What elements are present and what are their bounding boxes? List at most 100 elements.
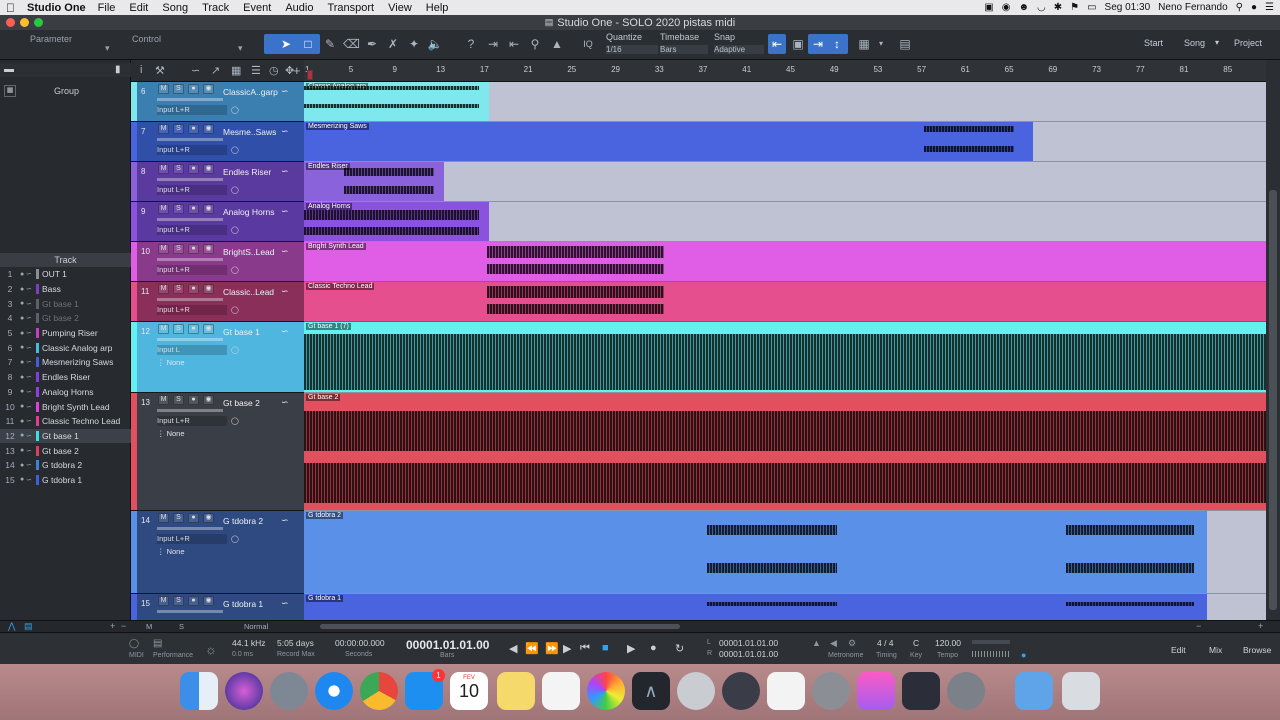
view-mix[interactable]: Mix — [1209, 645, 1222, 655]
calendar-icon[interactable]: FEV 10 — [450, 672, 488, 710]
mute-button[interactable]: M — [158, 395, 169, 405]
menu-view[interactable]: View — [388, 2, 412, 14]
grid-options-icon[interactable]: ▦ — [856, 36, 872, 52]
track-lane[interactable]: G tdobra 2 — [304, 511, 1266, 594]
input-link-icon[interactable]: ◯ — [231, 306, 239, 314]
track-list-item[interactable]: 7 ● ∽ Mesmerizing Saws — [0, 355, 131, 370]
monitor-icon[interactable]: ∽ — [26, 329, 32, 337]
settings-icon[interactable]: ☼ — [205, 642, 217, 657]
track-name[interactable]: Classic..Lead — [223, 287, 274, 297]
audio-event[interactable]: Gt base 1 (7) — [304, 322, 1266, 392]
monitor-button[interactable]: ◉ — [203, 324, 214, 334]
monitor-button[interactable]: ◉ — [203, 395, 214, 405]
track-header[interactable]: 15 M S ● ◉ G tdobra 1 ∽ — [131, 594, 304, 620]
record-arm-button[interactable]: ● — [188, 84, 199, 94]
loop-start-icon[interactable]: ⏮ — [580, 642, 590, 655]
spotlight-search-icon[interactable]: ⚲ — [1236, 2, 1243, 13]
mute-button[interactable]: M — [158, 204, 169, 214]
volume-slider[interactable] — [157, 258, 223, 261]
track-header[interactable]: 11 M S ● ◉ Classic..Lead ∽ Input L+R ◯ — [131, 282, 304, 322]
record-arm-button[interactable]: ● — [188, 596, 199, 606]
track-list-item[interactable]: 10 ● ∽ Bright Synth Lead — [0, 399, 131, 414]
horizontal-scroll-thumb[interactable] — [320, 624, 680, 629]
return-to-zero-icon[interactable]: ◀ — [509, 642, 517, 655]
mute-button[interactable]: M — [158, 596, 169, 606]
menu-track[interactable]: Track — [202, 2, 229, 14]
snap-to-grid-icon[interactable]: ⇤ — [769, 36, 785, 52]
track-name[interactable]: Analog Horns — [223, 207, 275, 217]
layers-icon[interactable]: ☰ — [251, 64, 261, 77]
monitor-button[interactable]: ◉ — [203, 596, 214, 606]
monitor-button[interactable]: ◉ — [203, 284, 214, 294]
track-name[interactable]: ClassicA..garp — [223, 87, 278, 97]
piano-icon[interactable]: ▤ — [24, 621, 33, 632]
solo-button[interactable]: S — [173, 84, 184, 94]
volume-slider[interactable] — [157, 298, 223, 301]
track-name[interactable]: Gt base 1 — [223, 327, 260, 337]
finder-icon[interactable] — [180, 672, 218, 710]
user-icon[interactable]: ☻ — [1018, 2, 1029, 13]
bars-display[interactable]: 00001.01.01.00 — [406, 638, 489, 652]
record-arm-button[interactable]: ● — [188, 244, 199, 254]
input-link-icon[interactable]: ◯ — [231, 266, 239, 274]
zoom-out-icon[interactable]: − — [1196, 621, 1201, 631]
notes-icon[interactable] — [497, 672, 535, 710]
range-tool-icon[interactable]: □ — [300, 36, 316, 52]
performance-label[interactable]: Performance — [153, 652, 193, 659]
nav-song[interactable]: Song — [1184, 38, 1205, 48]
loop-icon[interactable]: ↻ — [675, 642, 684, 655]
downloads-folder-icon[interactable] — [1015, 672, 1053, 710]
user-name[interactable]: Neno Fernando — [1158, 2, 1228, 13]
iq-quantize-icon[interactable]: IQ — [580, 36, 596, 52]
bend-tool-icon[interactable]: ✦ — [406, 36, 422, 52]
monitor-icon[interactable]: ∽ — [26, 388, 32, 396]
volume-slider[interactable] — [157, 138, 223, 141]
wifi-icon[interactable]: ◡ — [1037, 2, 1046, 13]
snap-cursor-icon[interactable]: ⇥ — [810, 36, 826, 52]
metronome-settings-icon[interactable]: ⚙ — [848, 638, 856, 649]
input-link-icon[interactable]: ◯ — [231, 186, 239, 194]
mute-button[interactable]: M — [158, 284, 169, 294]
zoom-in-icon[interactable]: + — [1258, 621, 1263, 631]
track-header[interactable]: 14 M S ● ◉ G tdobra 2 ∽ Input L+R ◯ ⋮ None — [131, 511, 304, 594]
loop-start-marker[interactable] — [307, 70, 313, 80]
rewind-icon[interactable]: ⏪ — [525, 642, 539, 655]
remove-bottom-icon[interactable]: − — [121, 621, 126, 631]
envelope-view-icon[interactable]: ⋀ — [8, 621, 15, 632]
studio-one-dock-icon[interactable]: ∧ — [632, 672, 670, 710]
track-list-item[interactable]: 9 ● ∽ Analog Horns — [0, 385, 131, 400]
volume-slider[interactable] — [157, 527, 223, 530]
track-list-item[interactable]: 1 ● ∽ OUT 1 — [0, 267, 131, 282]
track-header[interactable]: 13 M S ● ◉ Gt base 2 ∽ Input L+R ◯ ⋮ None — [131, 393, 304, 511]
pool-icon[interactable]: ▤ — [897, 36, 913, 52]
footer-s-label[interactable]: S — [179, 622, 184, 631]
photos-icon[interactable] — [587, 672, 625, 710]
split-tool-icon[interactable]: ✎ — [322, 36, 338, 52]
input-select[interactable]: Input L — [157, 345, 227, 355]
reminders-icon[interactable] — [542, 672, 580, 710]
input-link-icon[interactable]: ◯ — [231, 346, 239, 354]
track-list-item[interactable]: 11 ● ∽ Classic Techno Lead — [0, 414, 131, 429]
record-arm-button[interactable]: ● — [188, 513, 199, 523]
group-icon[interactable]: ▦ — [4, 85, 16, 97]
track-header[interactable]: 7 M S ● ◉ Mesme..Saws ∽ Input L+R ◯ — [131, 122, 304, 162]
solo-button[interactable]: S — [173, 513, 184, 523]
bluetooth-icon[interactable]: ✱ — [1054, 2, 1062, 13]
folder-tracks-icon[interactable]: ▦ — [231, 64, 241, 77]
zoom-window-button[interactable] — [34, 18, 43, 27]
monitor-icon[interactable]: ∽ — [26, 461, 32, 469]
paint-tool-icon[interactable]: ✒ — [364, 36, 380, 52]
monitor-icon[interactable]: ∽ — [26, 432, 32, 440]
input-select[interactable]: Input L+R — [157, 534, 227, 544]
mute-button[interactable]: M — [158, 324, 169, 334]
track-lane[interactable]: Endles Riser — [304, 162, 1266, 202]
track-lane[interactable]: Gt base 2 — [304, 393, 1266, 511]
input-select[interactable]: Input L+R — [157, 185, 227, 195]
record-arm-button[interactable]: ● — [188, 204, 199, 214]
footer-mode-label[interactable]: Normal — [244, 622, 268, 631]
click-icon[interactable]: ▲ — [812, 638, 821, 648]
add-track-icon[interactable]: + — [293, 63, 301, 78]
snap-events-icon[interactable]: ▣ — [790, 36, 806, 52]
control-label[interactable]: Control — [132, 34, 161, 44]
time-signature[interactable]: 4 / 4 — [877, 638, 894, 648]
